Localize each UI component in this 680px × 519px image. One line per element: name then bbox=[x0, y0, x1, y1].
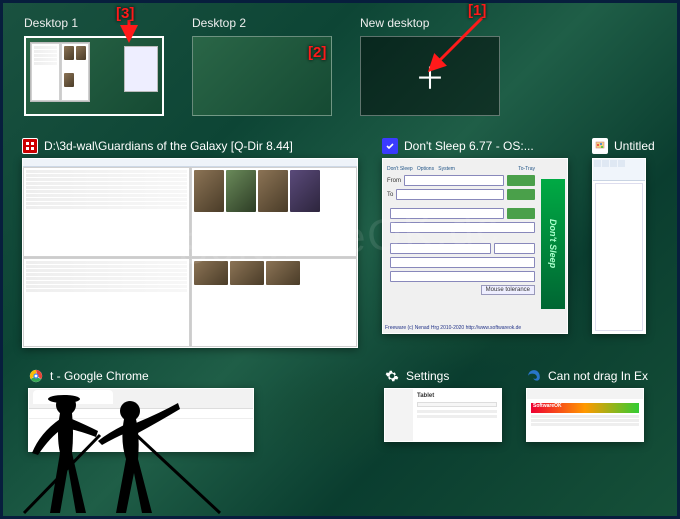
open-windows-area: D:\3d-wal\Guardians of the Galaxy [Q-Dir… bbox=[12, 130, 668, 460]
dontsleep-icon bbox=[382, 138, 398, 154]
window-settings[interactable]: Settings Tablet bbox=[384, 368, 502, 452]
window-qdir-title: D:\3d-wal\Guardians of the Galaxy [Q-Dir… bbox=[44, 139, 293, 153]
window-dontsleep-thumbnail[interactable]: Don't Sleep Options System To-Tray From … bbox=[382, 158, 568, 334]
window-edge-thumbnail[interactable]: SoftwareOK bbox=[526, 388, 644, 442]
new-desktop-label: New desktop bbox=[360, 16, 500, 30]
window-qdir-thumbnail[interactable] bbox=[22, 158, 358, 348]
window-settings-title: Settings bbox=[406, 369, 449, 383]
gear-icon bbox=[384, 368, 400, 384]
window-chrome-thumbnail[interactable] bbox=[28, 388, 254, 452]
virtual-desktops-row: Desktop 1 Desktop 2 New desktop ＋ bbox=[12, 8, 668, 130]
dontsleep-footer: Freeware (c) Nenad Hrg 2010-2020 http://… bbox=[385, 325, 565, 331]
task-view: SoftwareOK.de Desktop 1 Desktop 2 New de… bbox=[0, 0, 680, 519]
plus-icon: ＋ bbox=[415, 54, 445, 98]
desktop-2-label: Desktop 2 bbox=[192, 16, 332, 30]
new-desktop[interactable]: New desktop ＋ bbox=[360, 16, 500, 116]
window-qdir[interactable]: D:\3d-wal\Guardians of the Galaxy [Q-Dir… bbox=[22, 138, 358, 348]
desktop-1-thumbnail[interactable] bbox=[24, 36, 164, 116]
window-settings-thumbnail[interactable]: Tablet bbox=[384, 388, 502, 442]
softwareok-logo: SoftwareOK bbox=[531, 403, 639, 413]
dontsleep-sidebar: Don't Sleep bbox=[541, 179, 565, 309]
window-dontsleep[interactable]: Don't Sleep 6.77 - OS:... Don't Sleep Op… bbox=[382, 138, 568, 348]
desktop-1[interactable]: Desktop 1 bbox=[24, 16, 164, 116]
chrome-icon bbox=[28, 368, 44, 384]
window-chrome-title: t - Google Chrome bbox=[50, 369, 149, 383]
window-paint-title: Untitled bbox=[614, 139, 655, 153]
window-paint-thumbnail[interactable] bbox=[592, 158, 646, 334]
desktop-2[interactable]: Desktop 2 bbox=[192, 16, 332, 116]
settings-heading: Tablet bbox=[417, 393, 497, 399]
window-dontsleep-title: Don't Sleep 6.77 - OS:... bbox=[404, 139, 534, 153]
paint-icon bbox=[592, 138, 608, 154]
window-chrome[interactable]: t - Google Chrome bbox=[28, 368, 254, 452]
new-desktop-button[interactable]: ＋ bbox=[360, 36, 500, 116]
qdir-icon bbox=[22, 138, 38, 154]
window-edge-title: Can not drag In Ex bbox=[548, 369, 648, 383]
window-edge[interactable]: Can not drag In Ex SoftwareOK bbox=[526, 368, 648, 452]
window-paint[interactable]: Untitled bbox=[592, 138, 655, 348]
desktop-2-thumbnail[interactable] bbox=[192, 36, 332, 116]
desktop-1-label: Desktop 1 bbox=[24, 16, 164, 30]
edge-icon bbox=[526, 368, 542, 384]
